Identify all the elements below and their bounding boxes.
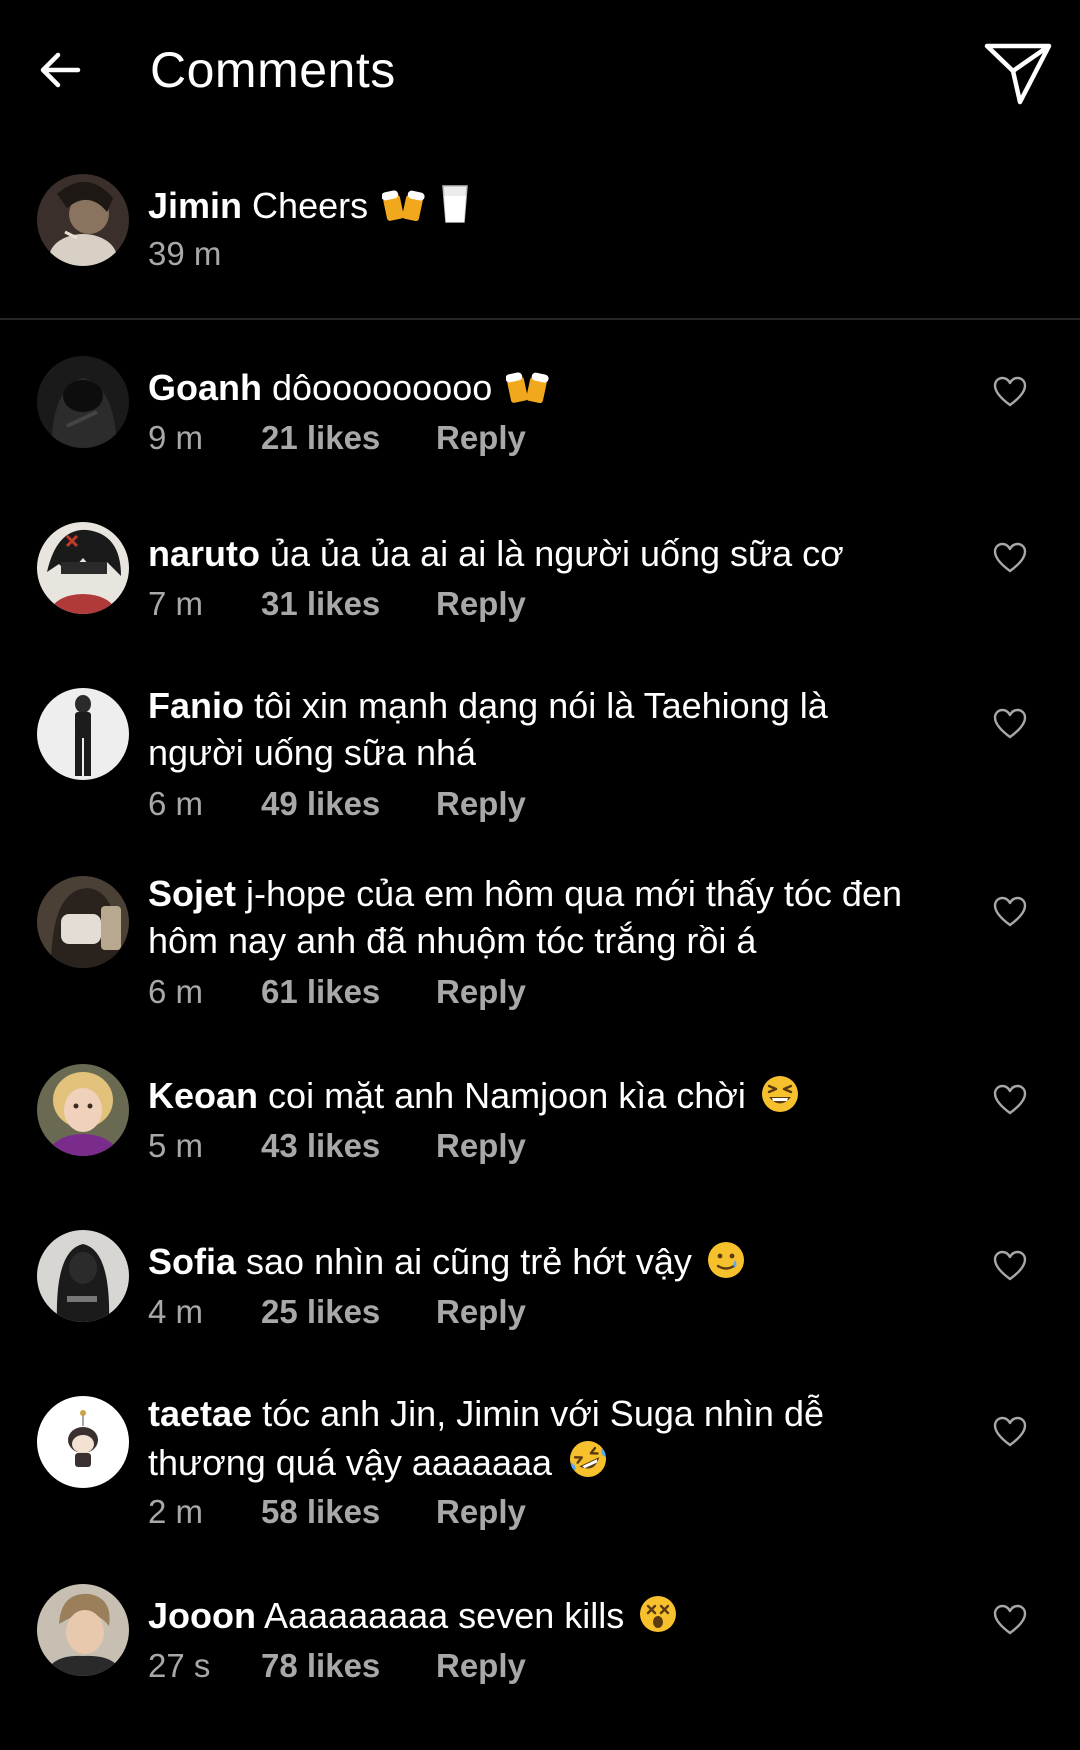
comment-username[interactable]: taetae [148,1393,252,1434]
beer-mugs-emoji [382,190,425,222]
comment-time: 27 s [148,1647,211,1684]
avatar[interactable] [37,1230,129,1322]
divider [0,318,1080,320]
comment-time: 7 m [148,585,204,622]
page-title: Comments [150,42,396,98]
likes-count[interactable]: 25 likes [261,1292,436,1332]
heart-icon[interactable] [992,1082,1028,1118]
likes-count[interactable]: 49 likes [261,784,436,824]
comment-time: 6 m [148,973,204,1010]
reply-button[interactable]: Reply [436,1492,526,1532]
comment-text: ủa ủa ủa ai ai là người uống sữa cơ [270,533,844,574]
back-button[interactable] [28,38,92,102]
smiling-tear-emoji [707,1242,744,1278]
likes-count[interactable]: 43 likes [261,1126,436,1166]
comment-text: coi mặt anh Namjoon kìa chời [268,1075,746,1116]
milk-glass-emoji [442,185,468,223]
heart-icon[interactable] [992,894,1028,930]
comment-text: j-hope của em hôm qua mới thấy tóc đen h… [148,873,902,961]
avatar[interactable] [37,876,129,968]
post-caption: Jimin Cheers 39 m [0,172,1080,272]
avatar[interactable] [37,174,129,266]
comment-username[interactable]: Jooon [148,1595,256,1636]
comment-username[interactable]: Goanh [148,367,262,408]
likes-count[interactable]: 21 likes [261,418,436,458]
avatar[interactable] [37,1064,129,1156]
heart-icon[interactable] [992,1602,1028,1638]
comment-username[interactable]: naruto [148,533,260,574]
comment-username[interactable]: Sofia [148,1241,236,1282]
comment-time: 9 m [148,419,204,456]
reply-button[interactable]: Reply [436,972,526,1012]
paper-plane-icon [984,43,1052,105]
heart-icon[interactable] [992,374,1028,410]
avatar[interactable] [37,1396,129,1488]
share-button[interactable] [982,38,1054,110]
avatar[interactable] [37,522,129,614]
reply-button[interactable]: Reply [436,584,526,624]
caption-username[interactable]: Jimin [148,185,242,226]
reply-button[interactable]: Reply [436,784,526,824]
reply-button[interactable]: Reply [436,1126,526,1166]
beer-mugs-emoji [506,372,549,404]
avatar[interactable] [37,688,129,780]
reply-button[interactable]: Reply [436,1292,526,1332]
squinting-laugh-emoji [761,1076,798,1112]
comment-username[interactable]: Keoan [148,1075,258,1116]
caption-time: 39 m [148,235,222,272]
rolling-laugh-emoji [570,1441,607,1477]
comment-text: Aaaaaaaaa seven kills [264,1595,625,1636]
comment-text: sao nhìn ai cũng trẻ hớt vậy [246,1241,692,1282]
heart-icon[interactable] [992,1414,1028,1450]
reply-button[interactable]: Reply [436,418,526,458]
top-app-bar: Comments [0,0,1080,140]
comment-time: 6 m [148,785,204,822]
likes-count[interactable]: 58 likes [261,1492,436,1532]
avatar[interactable] [37,1584,129,1676]
comment-username[interactable]: Fanio [148,685,244,726]
likes-count[interactable]: 31 likes [261,584,436,624]
likes-count[interactable]: 61 likes [261,972,436,1012]
reply-button[interactable]: Reply [436,1646,526,1686]
comment-username[interactable]: Sojet [148,873,236,914]
avatar[interactable] [37,356,129,448]
comment-time: 4 m [148,1293,204,1330]
comment-text: dôooooooooo [272,367,493,408]
comment-time: 2 m [148,1493,204,1530]
comment-text: tôi xin mạnh dạng nói là Taehiong là ngư… [148,685,828,773]
caption-text: Cheers [252,185,369,226]
heart-icon[interactable] [992,706,1028,742]
arrow-left-icon [40,52,81,88]
likes-count[interactable]: 78 likes [261,1646,436,1686]
heart-icon[interactable] [992,540,1028,576]
heart-icon[interactable] [992,1248,1028,1284]
comment-time: 5 m [148,1127,204,1164]
dizzy-face-emoji [640,1596,677,1632]
